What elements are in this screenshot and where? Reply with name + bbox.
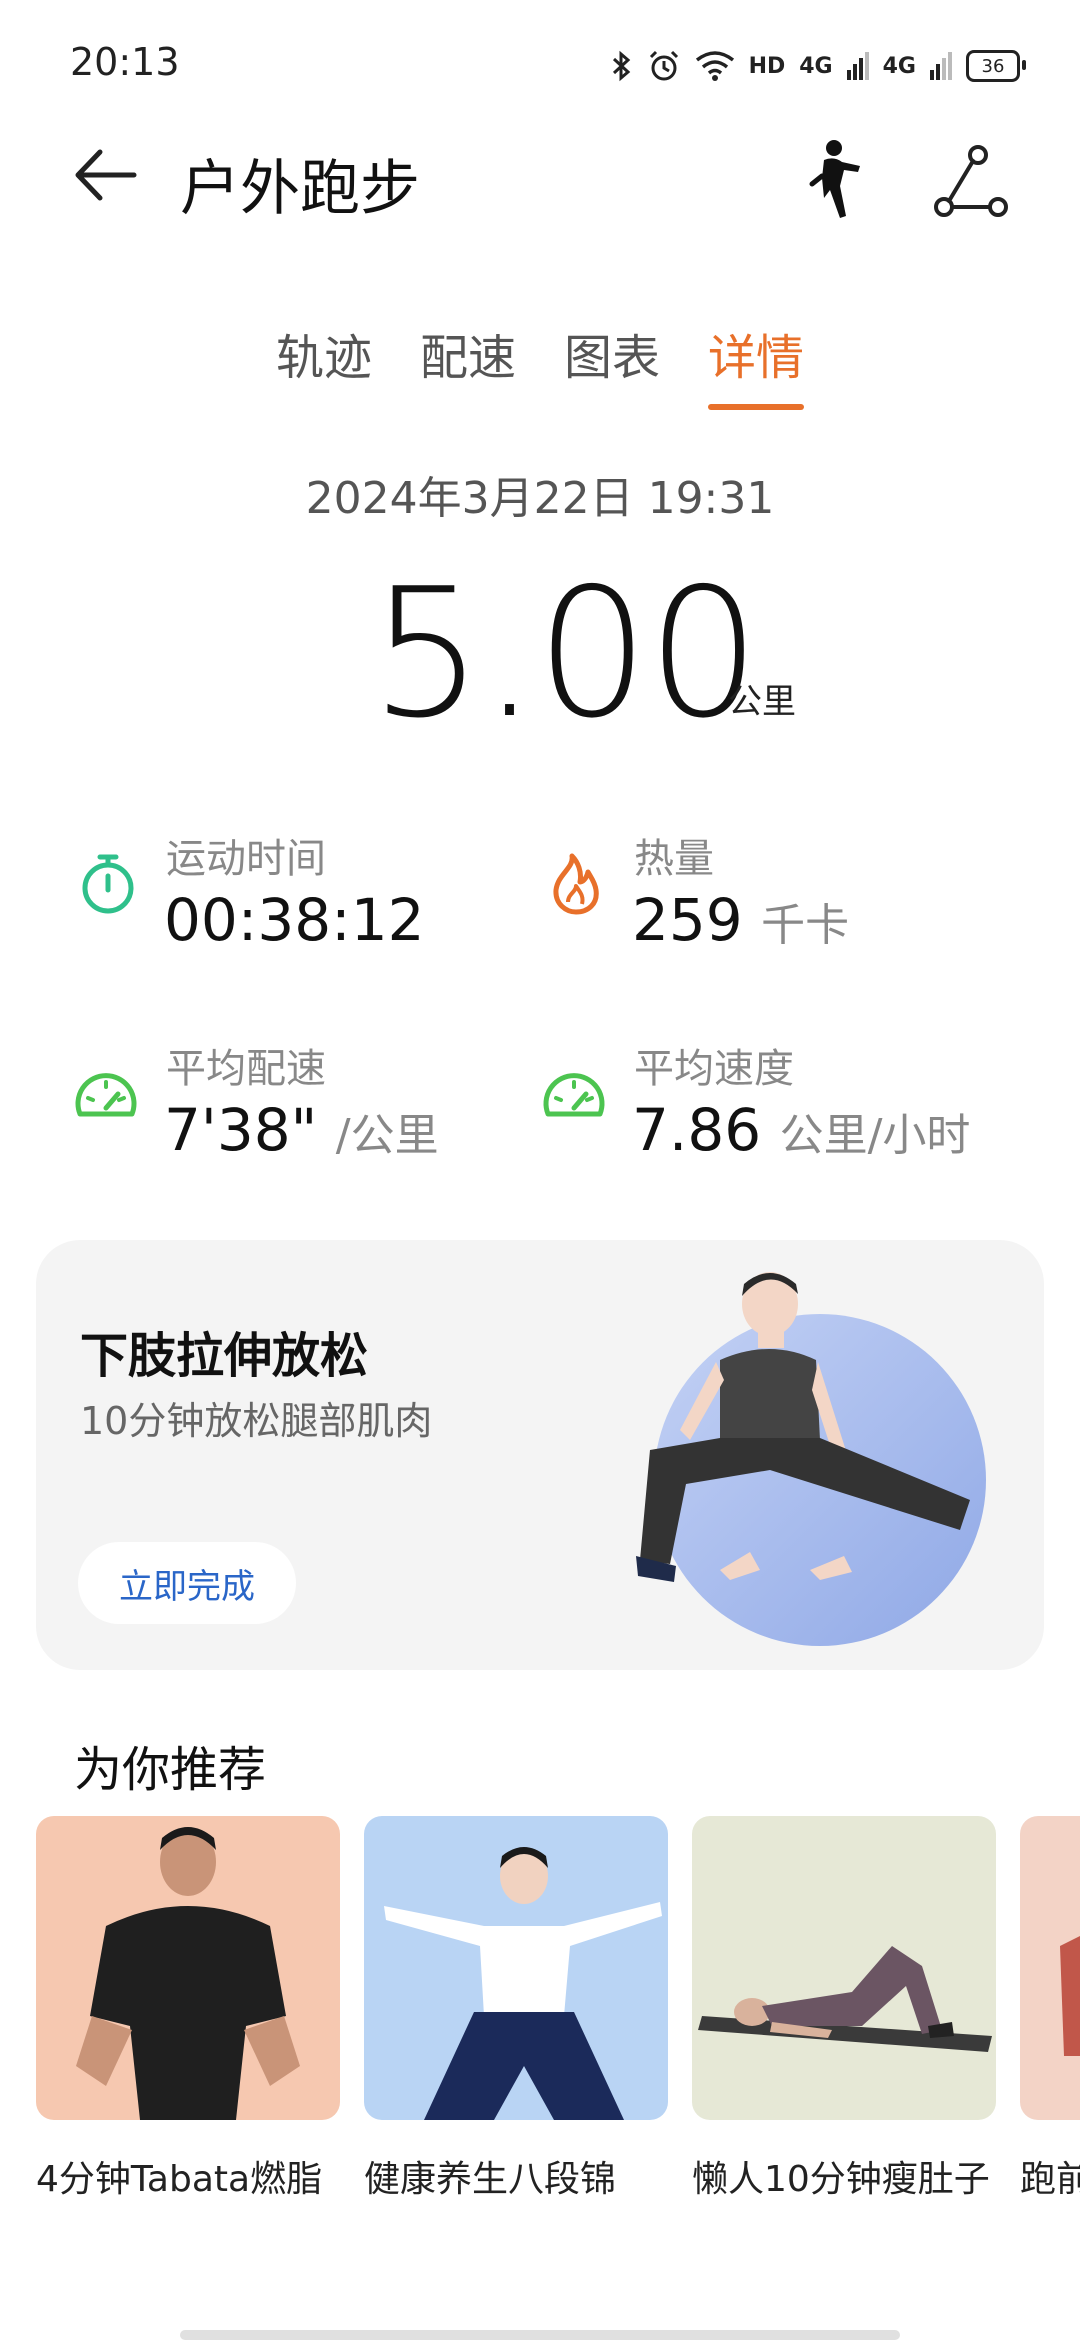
avg-pace-unit: /公里 bbox=[335, 1110, 439, 1161]
wifi-icon bbox=[695, 51, 734, 81]
rec-card-tabata[interactable] bbox=[36, 1816, 340, 2120]
tab-pace[interactable]: 配速 bbox=[420, 318, 516, 410]
tab-track[interactable]: 轨迹 bbox=[276, 318, 372, 410]
belly-workout-image bbox=[698, 1946, 992, 2052]
baduanjin-image bbox=[384, 1847, 662, 2120]
stretch-card-subtitle: 10分钟放松腿部肌肉 bbox=[80, 1399, 433, 1443]
route-share-icon[interactable] bbox=[934, 145, 1008, 219]
back-arrow-icon[interactable] bbox=[70, 140, 140, 210]
bluetooth-icon bbox=[612, 50, 630, 82]
signal-icon-1 bbox=[846, 52, 869, 80]
network-hd-label: HD bbox=[748, 53, 786, 79]
calories-value: 259 bbox=[632, 886, 743, 954]
network-4g-label-1: 4G bbox=[799, 53, 833, 79]
rec-card-prerun[interactable] bbox=[1020, 1816, 1080, 2120]
network-4g-label-2: 4G bbox=[882, 53, 916, 79]
rec-label-prerun[interactable]: 跑前 bbox=[1020, 2150, 1080, 2202]
avg-speed-row: 7.86 公里/小时 bbox=[632, 1096, 970, 1164]
signal-icon-2 bbox=[930, 52, 952, 80]
stretch-card-title: 下肢拉伸放松 bbox=[80, 1328, 369, 1384]
status-icons: HD 4G 4G 36 bbox=[611, 42, 1026, 90]
stopwatch-icon bbox=[82, 854, 134, 914]
stretch-card[interactable]: 下肢拉伸放松 10分钟放松腿部肌肉 立即完成 bbox=[36, 1240, 1044, 1670]
rec-card-belly[interactable] bbox=[692, 1816, 996, 2120]
duration-label: 运动时间 bbox=[166, 836, 326, 882]
avg-pace-row: 7'38" /公里 bbox=[164, 1096, 439, 1164]
speedometer-icon bbox=[543, 1073, 605, 1117]
avg-speed-unit: 公里/小时 bbox=[779, 1110, 971, 1161]
prerun-image bbox=[1060, 1936, 1080, 2056]
avg-pace-label: 平均配速 bbox=[166, 1046, 326, 1092]
complete-now-button[interactable]: 立即完成 bbox=[78, 1542, 296, 1624]
page-title: 户外跑步 bbox=[180, 154, 420, 224]
alarm-icon bbox=[649, 50, 678, 81]
tab-chart[interactable]: 图表 bbox=[564, 318, 660, 410]
duration-value: 00:38:12 bbox=[164, 886, 425, 954]
rec-card-baduanjin[interactable] bbox=[364, 1816, 668, 2120]
tabata-image bbox=[76, 1827, 300, 2120]
calories-row: 259 千卡 bbox=[632, 886, 849, 954]
runner-icon[interactable] bbox=[800, 138, 870, 228]
avg-pace-value: 7'38" bbox=[164, 1096, 318, 1164]
stretch-illustration bbox=[636, 1272, 986, 1646]
tab-bar: 轨迹 配速 图表 详情 bbox=[0, 318, 1080, 410]
rec-label-belly[interactable]: 懒人10分钟瘦肚子 bbox=[692, 2150, 990, 2202]
distance-unit: 公里 bbox=[728, 682, 796, 722]
speedometer-icon bbox=[75, 1073, 137, 1117]
workout-date: 2024年3月22日 19:31 bbox=[305, 473, 775, 524]
battery-icon: 36 bbox=[966, 50, 1026, 82]
distance-value: 5.00 bbox=[370, 550, 760, 757]
home-indicator[interactable] bbox=[180, 2330, 900, 2340]
battery-level: 36 bbox=[981, 55, 1005, 77]
calories-label: 热量 bbox=[634, 836, 714, 882]
rec-label-tabata[interactable]: 4分钟Tabata燃脂 bbox=[36, 2150, 322, 2202]
flame-icon bbox=[553, 853, 599, 915]
avg-speed-value: 7.86 bbox=[632, 1096, 762, 1164]
rec-label-baduanjin[interactable]: 健康养生八段锦 bbox=[364, 2150, 616, 2202]
tab-details[interactable]: 详情 bbox=[708, 318, 805, 410]
recommendations-title: 为你推荐 bbox=[74, 1742, 267, 1798]
status-time: 20:13 bbox=[70, 40, 180, 84]
calories-unit: 千卡 bbox=[761, 900, 850, 951]
avg-speed-label: 平均速度 bbox=[634, 1046, 794, 1092]
